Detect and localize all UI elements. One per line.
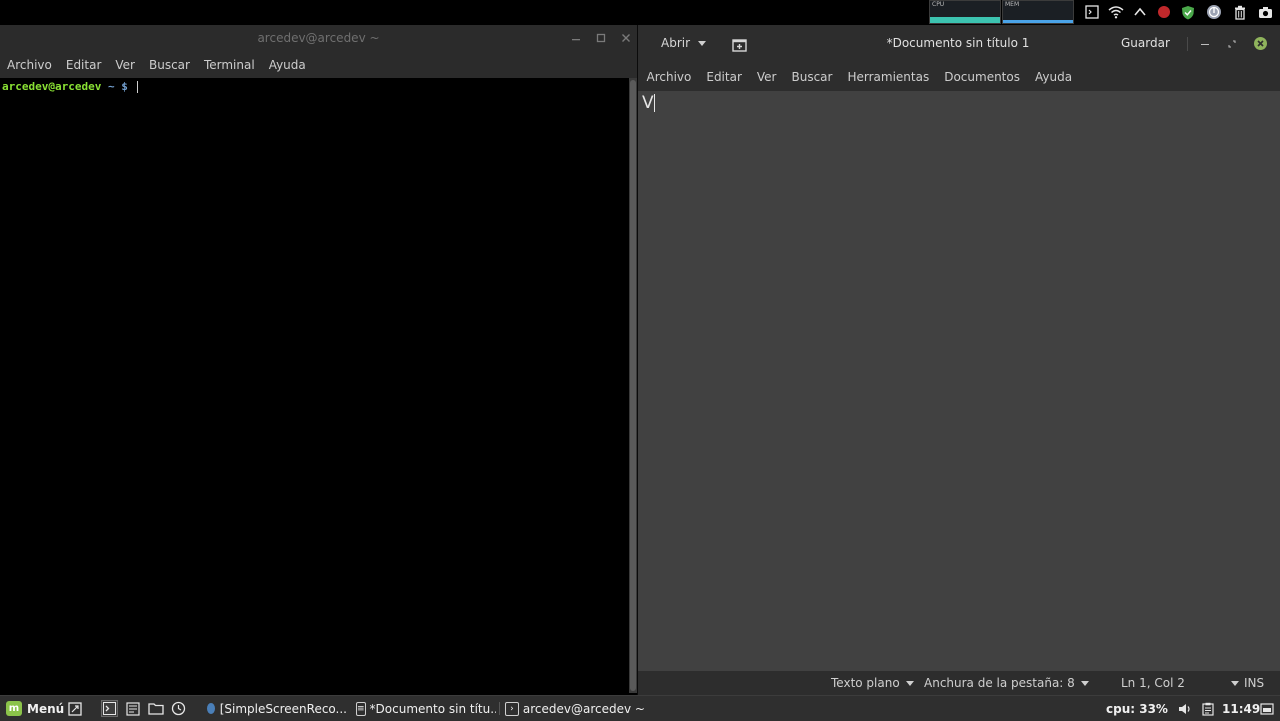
prompt-user: arcedev@arcedev: [2, 80, 102, 93]
editor-menu-buscar[interactable]: Buscar: [784, 64, 840, 90]
terminal-scrollbar[interactable]: [629, 78, 637, 693]
terminal-menubar: Archivo Editar Ver Buscar Terminal Ayuda: [0, 52, 637, 78]
mint-logo-icon: m: [6, 701, 22, 716]
cpu-graph-fill: [930, 17, 1000, 23]
tab-width-label: Anchura de la pestaña: 8: [924, 676, 1075, 690]
screen-recorder-icon: [207, 703, 215, 714]
terminal-scrollbar-thumb[interactable]: [630, 80, 636, 691]
screenshot-icon[interactable]: [1256, 3, 1274, 21]
prompt-path: ~ $: [107, 80, 128, 93]
terminal-menu-buscar[interactable]: Buscar: [142, 52, 197, 78]
terminal-cursor: [137, 81, 139, 93]
close-icon[interactable]: [619, 31, 633, 45]
record-icon[interactable]: [1155, 3, 1173, 21]
task-text-editor[interactable]: ≡ *Documento sin títu...: [356, 700, 496, 717]
text-editor-icon: ≡: [356, 701, 366, 716]
cpu-graph-label: CPU: [932, 1, 945, 8]
terminal-menu-terminal[interactable]: Terminal: [197, 52, 262, 78]
wifi-icon[interactable]: [1107, 3, 1125, 21]
editor-window: Abrir *Documento sin título 1 Guardar Ar…: [638, 25, 1280, 695]
terminal-window: arcedev@arcedev ~ Archivo Editar Ver Bus…: [0, 25, 637, 695]
menu-button[interactable]: m Menú: [6, 700, 64, 717]
mem-graph[interactable]: MEM: [1002, 0, 1074, 24]
menu-button-label: Menú: [27, 701, 65, 716]
insert-mode-label[interactable]: INS: [1244, 676, 1264, 690]
clock[interactable]: 11:49: [1222, 700, 1260, 717]
trash-icon[interactable]: [1231, 3, 1249, 21]
editor-menu-documentos[interactable]: Documentos: [937, 64, 1028, 90]
cpu-monitor[interactable]: cpu: 33%: [1106, 700, 1168, 717]
language-selector[interactable]: Texto plano: [831, 676, 914, 690]
taskbar: m Menú [SimpleScreenReco... ≡ *Documento…: [0, 695, 1280, 721]
save-button[interactable]: Guardar: [1121, 36, 1170, 50]
terminal-menu-ayuda[interactable]: Ayuda: [262, 52, 313, 78]
terminal-output[interactable]: arcedev@arcedev ~ $: [0, 78, 629, 695]
language-label: Texto plano: [831, 676, 900, 690]
tab-width-selector[interactable]: Anchura de la pestaña: 8: [924, 676, 1089, 690]
new-tab-icon[interactable]: [732, 37, 748, 52]
editor-menu-ver[interactable]: Ver: [749, 64, 784, 90]
shield-icon[interactable]: [1179, 3, 1197, 21]
chevron-down-icon: [1080, 680, 1089, 686]
terminal-title: arcedev@arcedev ~: [257, 31, 380, 45]
update-icon[interactable]: [1205, 3, 1223, 21]
task-separator: [499, 702, 500, 715]
chevron-down-icon: [1230, 680, 1239, 686]
terminal-tray-icon[interactable]: [1083, 3, 1101, 21]
mem-graph-fill: [1003, 20, 1073, 23]
editor-menu-editar[interactable]: Editar: [699, 64, 750, 90]
task-screen-recorder[interactable]: [SimpleScreenReco...: [207, 700, 347, 717]
top-panel: CPU MEM: [0, 0, 1280, 25]
editor-minimize-icon[interactable]: [1198, 37, 1212, 51]
editor-text-area[interactable]: V: [638, 91, 1280, 671]
task-label: arcedev@arcedev ~: [522, 701, 645, 716]
editor-menubar: Archivo Editar Ver Buscar Herramientas D…: [638, 63, 1280, 91]
minimize-icon[interactable]: [569, 31, 583, 45]
document-title: *Documento sin título 1: [886, 36, 1030, 50]
terminal-titlebar[interactable]: arcedev@arcedev ~: [0, 25, 637, 52]
editor-headerbar[interactable]: Abrir *Documento sin título 1 Guardar: [638, 25, 1280, 63]
volume-icon[interactable]: [1176, 700, 1193, 717]
task-label: *Documento sin títu...: [369, 701, 496, 716]
chevron-down-icon: [905, 680, 914, 686]
chevron-up-icon[interactable]: [1131, 3, 1149, 21]
folder-icon[interactable]: [147, 700, 164, 717]
editor-menu-archivo[interactable]: Archivo: [639, 64, 699, 90]
open-button-label: Abrir: [661, 36, 691, 50]
terminal-task-icon: ›: [505, 701, 519, 716]
cursor-position-label: Ln 1, Col 2: [1121, 676, 1185, 690]
clipboard-icon[interactable]: [1199, 700, 1216, 717]
text-editor-launcher-icon[interactable]: [124, 700, 141, 717]
cursor-position-selector[interactable]: Ln 1, Col 2: [1121, 676, 1239, 690]
terminal-menu-editar[interactable]: Editar: [59, 52, 109, 78]
backup-icon[interactable]: [170, 700, 187, 717]
editor-close-icon[interactable]: [1253, 36, 1268, 51]
terminal-menu-archivo[interactable]: Archivo: [0, 52, 59, 78]
chevron-down-icon: [698, 40, 707, 46]
mem-graph-label: MEM: [1005, 1, 1020, 8]
editor-statusbar: Texto plano Anchura de la pestaña: 8 Ln …: [638, 671, 1280, 695]
terminal-menu-ver[interactable]: Ver: [108, 52, 142, 78]
terminal-prompt: arcedev@arcedev ~ $: [2, 80, 139, 93]
cpu-graph[interactable]: CPU: [929, 0, 1001, 24]
open-button[interactable]: Abrir: [661, 36, 707, 50]
terminal-launcher-icon[interactable]: [101, 700, 118, 717]
editor-cursor: [653, 94, 655, 112]
task-terminal[interactable]: › arcedev@arcedev ~: [505, 700, 645, 717]
editor-menu-herramientas[interactable]: Herramientas: [840, 64, 937, 90]
task-label: [SimpleScreenReco...: [219, 701, 347, 716]
editor-menu-ayuda[interactable]: Ayuda: [1027, 64, 1079, 90]
header-separator: [1187, 37, 1188, 51]
window-list-icon[interactable]: [1258, 700, 1275, 717]
editor-content: V: [642, 93, 654, 113]
editor-restore-icon[interactable]: [1225, 37, 1239, 51]
maximize-icon[interactable]: [594, 31, 608, 45]
editor-line-1: V: [642, 93, 655, 113]
show-desktop-icon[interactable]: [66, 700, 83, 717]
